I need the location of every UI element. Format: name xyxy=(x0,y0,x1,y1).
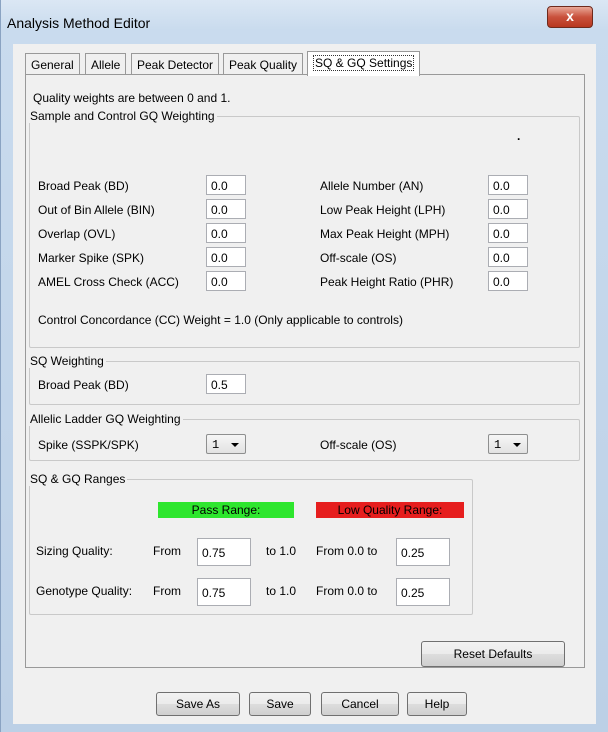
genotype-low-field[interactable]: 0.25 xyxy=(396,578,450,606)
spike-dropdown[interactable]: 1 xyxy=(206,434,246,454)
peak-height-ratio-label: Peak Height Ratio (PHR) xyxy=(320,275,454,289)
out-of-bin-label: Out of Bin Allele (BIN) xyxy=(38,203,155,217)
low-peak-height-field[interactable]: 0.0 xyxy=(488,199,528,219)
tab-sq-gq-settings[interactable]: SQ & GQ Settings xyxy=(307,51,421,76)
close-button[interactable]: x xyxy=(547,6,593,28)
intro-text: Quality weights are between 0 and 1. xyxy=(33,91,231,105)
genotype-pass-field[interactable]: 0.75 xyxy=(197,578,251,606)
max-peak-height-field[interactable]: 0.0 xyxy=(488,223,528,243)
group-legend: Sample and Control GQ Weighting xyxy=(28,109,217,123)
close-icon: x xyxy=(566,8,574,24)
overlap-field[interactable]: 0.0 xyxy=(206,223,246,243)
control-concordance-note: Control Concordance (CC) Weight = 1.0 (O… xyxy=(38,313,403,327)
group-legend: Allelic Ladder GQ Weighting xyxy=(28,412,183,426)
amel-cross-check-field[interactable]: 0.0 xyxy=(206,271,246,291)
allele-number-label: Allele Number (AN) xyxy=(320,179,424,193)
tab-label: Peak Quality xyxy=(229,58,298,72)
tab-label: SQ & GQ Settings xyxy=(313,55,415,71)
peak-height-ratio-field[interactable]: 0.0 xyxy=(488,271,528,291)
tab-peak-detector[interactable]: Peak Detector xyxy=(131,53,220,75)
save-button[interactable]: Save xyxy=(249,692,311,716)
title-bar[interactable]: Analysis Method Editor x xyxy=(1,0,608,44)
sizing-low-field[interactable]: 0.25 xyxy=(396,538,450,566)
sq-broad-peak-field[interactable]: 0.5 xyxy=(206,374,246,394)
tab-label: Peak Detector xyxy=(137,58,214,72)
sizing-from-label: From xyxy=(153,544,181,558)
ranges-group: SQ & GQ Ranges Pass Range: Low Quality R… xyxy=(28,472,473,615)
spike-label: Spike (SSPK/SPK) xyxy=(38,438,139,452)
chevron-down-icon xyxy=(231,443,239,447)
offscale-dropdown[interactable]: 1 xyxy=(488,434,528,454)
off-scale-field[interactable]: 0.0 xyxy=(488,247,528,267)
sizing-pass-field[interactable]: 0.75 xyxy=(197,538,251,566)
genotype-from-label: From xyxy=(153,584,181,598)
cancel-button[interactable]: Cancel xyxy=(321,692,399,716)
genotype-to-label: to 1.0 xyxy=(266,584,297,598)
group-legend: SQ Weighting xyxy=(28,354,106,368)
tab-allele[interactable]: Allele xyxy=(85,53,127,75)
allele-number-field[interactable]: 0.0 xyxy=(488,175,528,195)
spike-dropdown-value: 1 xyxy=(212,438,220,452)
dialog-client-area: General Allele Peak Detector Peak Qualit… xyxy=(13,44,596,724)
allelic-ladder-group: Allelic Ladder GQ Weighting Spike (SSPK/… xyxy=(28,412,580,461)
genotype-quality-label: Genotype Quality: xyxy=(36,584,133,598)
group-legend: SQ & GQ Ranges xyxy=(28,472,128,486)
tab-label: Allele xyxy=(91,58,121,72)
save-as-button[interactable]: Save As xyxy=(156,692,240,716)
pass-range-header: Pass Range: xyxy=(158,502,294,518)
marker-spike-field[interactable]: 0.0 xyxy=(206,247,246,267)
amel-cross-check-label: AMEL Cross Check (ACC) xyxy=(38,275,179,289)
broad-peak-label: Broad Peak (BD) xyxy=(38,179,129,193)
marker-spike-label: Marker Spike (SPK) xyxy=(38,251,145,265)
sq-broad-peak-label: Broad Peak (BD) xyxy=(38,378,129,392)
tab-peak-quality[interactable]: Peak Quality xyxy=(223,53,304,75)
overlap-label: Overlap (OVL) xyxy=(38,227,116,241)
reset-defaults-button[interactable]: Reset Defaults xyxy=(421,641,565,667)
sizing-low-from-label: From 0.0 to xyxy=(316,544,378,558)
chevron-down-icon xyxy=(513,443,521,447)
dot-marker: . xyxy=(517,129,521,143)
out-of-bin-field[interactable]: 0.0 xyxy=(206,199,246,219)
tab-label: General xyxy=(31,58,74,72)
low-quality-range-header: Low Quality Range: xyxy=(316,502,464,518)
low-peak-height-label: Low Peak Height (LPH) xyxy=(320,203,446,217)
max-peak-height-label: Max Peak Height (MPH) xyxy=(320,227,450,241)
offscale-label: Off-scale (OS) xyxy=(320,438,397,452)
tab-panel: Quality weights are between 0 and 1. Sam… xyxy=(25,74,585,668)
sample-control-group: Sample and Control GQ Weighting . Broad … xyxy=(28,109,580,348)
help-button[interactable]: Help xyxy=(407,692,467,716)
off-scale-label: Off-scale (OS) xyxy=(320,251,397,265)
tab-general[interactable]: General xyxy=(25,53,80,75)
sizing-quality-label: Sizing Quality: xyxy=(36,544,113,558)
genotype-low-from-label: From 0.0 to xyxy=(316,584,378,598)
dialog-window: Analysis Method Editor x General Allele … xyxy=(0,0,608,732)
window-title: Analysis Method Editor xyxy=(7,15,151,31)
sizing-to-label: to 1.0 xyxy=(266,544,297,558)
sq-weighting-group: SQ Weighting Broad Peak (BD) 0.5 xyxy=(28,354,580,405)
broad-peak-field[interactable]: 0.0 xyxy=(206,175,246,195)
offscale-dropdown-value: 1 xyxy=(494,438,502,452)
